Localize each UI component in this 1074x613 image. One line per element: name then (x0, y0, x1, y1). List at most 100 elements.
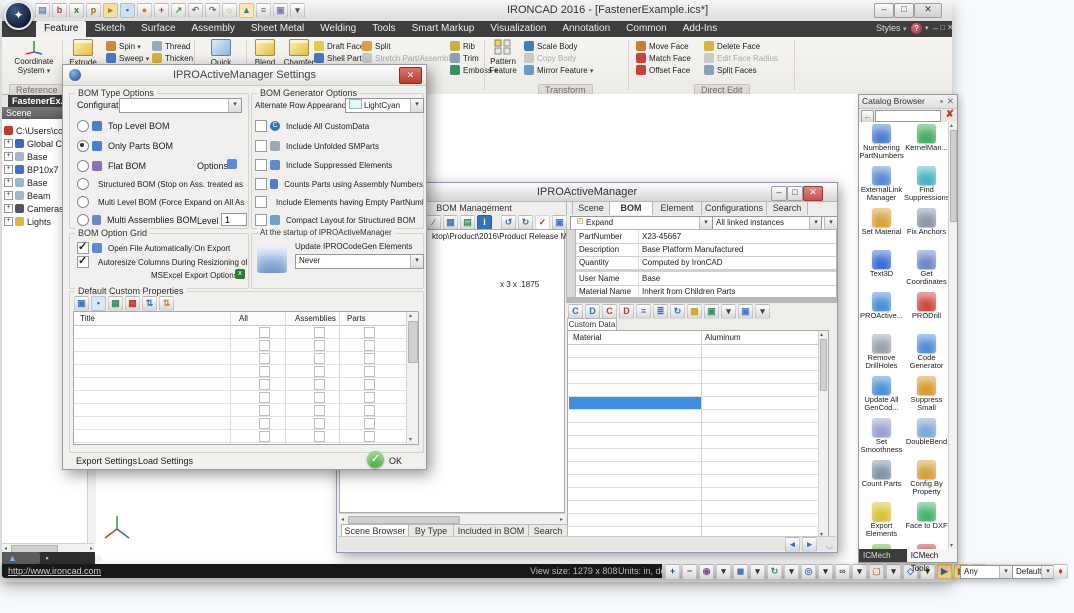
custom-prop-checkbox[interactable] (314, 353, 325, 364)
custom-prop-checkbox[interactable] (259, 366, 270, 377)
tab-icmech-tools[interactable]: ICMech Tools (907, 549, 957, 562)
camera-caret-icon[interactable]: ▾ (716, 564, 731, 579)
expand-icon[interactable]: + (4, 139, 13, 148)
property-row-description[interactable]: DescriptionBase Platform Manufactured (576, 243, 836, 257)
custom-prop-checkbox[interactable] (259, 405, 270, 416)
spin-button[interactable]: Spin ▾ (106, 41, 141, 51)
copy-rows-caret-icon[interactable]: ▾ (721, 304, 736, 319)
catalog-item-fix-anchors[interactable]: Fix Anchors (904, 206, 949, 248)
msexcel-export-link[interactable]: MSExcel Export Options (151, 271, 238, 280)
orbit-tool-icon[interactable]: ↻ (767, 564, 782, 579)
orbit-caret-icon[interactable]: ▾ (784, 564, 799, 579)
catalog-item-set-material[interactable]: Set Material (859, 206, 904, 248)
smart-render-icon[interactable]: ☼ (222, 3, 237, 18)
custom-props-scrollbar[interactable]: ▴▾ (406, 312, 418, 444)
export-settings-link[interactable]: Export Settings (76, 456, 137, 466)
check-report-icon[interactable]: ✓ (535, 215, 550, 230)
custom-prop-checkbox[interactable] (314, 340, 325, 351)
sort-desc-icon[interactable]: ⇅ (159, 296, 174, 311)
add-column-icon[interactable]: ▦ (108, 296, 123, 311)
tab-feature[interactable]: Feature (36, 21, 86, 37)
custom-prop-checkbox[interactable] (364, 327, 375, 338)
catalog-item-prodrill[interactable]: PRODrill (904, 290, 949, 332)
catalog-item-suppress-small[interactable]: Suppress Small (904, 374, 949, 416)
book-stack-icon[interactable]: ≣ (653, 304, 668, 319)
page-next-icon[interactable]: ▸ (802, 537, 817, 552)
render-config-select[interactable]: Default▾ (1012, 565, 1055, 579)
draft-faces-button[interactable]: Draft Faces (314, 41, 368, 51)
table-view-icon[interactable]: ▦ (443, 215, 458, 230)
shell-part-button[interactable]: Shell Part (314, 53, 362, 63)
shaded-render-icon[interactable]: ◼ (733, 564, 748, 579)
custom-prop-checkbox[interactable] (364, 340, 375, 351)
custom-prop-checkbox[interactable] (259, 340, 270, 351)
blend-button[interactable]: Blend (250, 39, 280, 67)
pattern-feature-button[interactable]: Pattern Feature (486, 39, 520, 75)
radio-structured-bom[interactable]: Structured BOM (Stop on Ass. treated as … (77, 178, 245, 190)
check-open-file-on-export[interactable]: Open File Automatically On Export (77, 242, 245, 254)
redo-icon[interactable]: ↷ (205, 3, 220, 18)
catalog-clear-icon[interactable]: ✘ (946, 109, 954, 120)
catalog-item-export-elements[interactable]: Export Elements (859, 500, 904, 542)
catalog-item-proactive[interactable]: PROActive... (859, 290, 904, 332)
check-compact-layout[interactable]: Compact Layout for Structured BOM (255, 214, 423, 226)
property-row-partnumber[interactable]: PartNumberX23-45667 (576, 230, 836, 244)
custom-data-rows[interactable] (568, 345, 819, 539)
stereo-glasses-icon[interactable]: ∞ (835, 564, 850, 579)
check-include-all-customdata[interactable]: CInclude All CustomData (255, 120, 423, 132)
custom-prop-checkbox[interactable] (314, 392, 325, 403)
ok-check-icon[interactable]: ✓ (367, 451, 384, 468)
radio-flat-bom[interactable]: Flat BOM (77, 160, 197, 172)
tab-welding[interactable]: Welding (312, 21, 364, 37)
render-icon[interactable]: ● (137, 3, 152, 18)
paste-rows-icon[interactable]: ▣ (738, 304, 753, 319)
paste-rows-caret-icon[interactable]: ▾ (755, 304, 770, 319)
page-prev-icon[interactable]: ◂ (785, 537, 800, 552)
tab-properties-left[interactable]: ▪ Propert... (40, 552, 89, 564)
offset-face-button[interactable]: Offset Face (636, 65, 690, 75)
tab-common[interactable]: Common (618, 21, 675, 37)
custom-prop-checkbox[interactable] (364, 392, 375, 403)
refresh-table-icon[interactable]: ↻ (670, 304, 685, 319)
property-row-user-name[interactable]: User NameBase (576, 272, 836, 286)
open-scene-p-icon[interactable]: p (86, 3, 101, 18)
stretch-part-button[interactable]: Stretch Part/Assembly (362, 53, 454, 63)
catalog-pin-icon[interactable]: ▪ (940, 95, 943, 108)
catalog-item-code-generator[interactable]: Code Generator (904, 332, 949, 374)
catalog-item-set-smoothness[interactable]: Set Smoothness (859, 416, 904, 458)
expand-caret-icon[interactable]: ▾ (699, 217, 712, 229)
catalog-item-count-parts[interactable]: Count Parts (859, 458, 904, 500)
custom-prop-checkbox[interactable] (314, 327, 325, 338)
triball-icon[interactable]: ▲ (239, 3, 254, 18)
trim-button[interactable]: Trim (450, 53, 479, 63)
custom-prop-checkbox[interactable] (259, 353, 270, 364)
expand-icon[interactable]: + (4, 191, 13, 200)
tab-smart-markup[interactable]: Smart Markup (404, 21, 483, 37)
open-scene-x-icon[interactable]: x (69, 3, 84, 18)
table-edit-icon[interactable]: ▦ (687, 304, 702, 319)
render-caret-icon[interactable]: ▾ (750, 564, 765, 579)
camera-view-icon[interactable]: ◉ (699, 564, 714, 579)
ironcad-link[interactable]: http://www.ironcad.com (8, 566, 101, 576)
app-logo-icon[interactable]: ✦ (4, 1, 33, 30)
custom-prop-checkbox[interactable] (314, 366, 325, 377)
custom-prop-checkbox[interactable] (364, 405, 375, 416)
bbox-caret-icon[interactable]: ▾ (886, 564, 901, 579)
select-shapes-icon[interactable]: ▶ (937, 564, 952, 579)
custom-prop-checkbox[interactable] (259, 392, 270, 403)
custom-prop-checkbox[interactable] (314, 418, 325, 429)
tab-search[interactable]: Search (766, 201, 808, 215)
expand-icon[interactable]: + (4, 165, 13, 174)
coordinate-system-button[interactable]: Coordinate System ▾ (8, 39, 60, 75)
expand-icon[interactable]: + (4, 178, 13, 187)
load-settings-link[interactable]: Load Settings (138, 456, 193, 466)
match-face-button[interactable]: Match Face (636, 53, 691, 63)
manager-minimize-button[interactable]: – (771, 186, 787, 201)
look-at-icon[interactable]: ◎ (801, 564, 816, 579)
paste-c-icon[interactable]: C (602, 304, 617, 319)
check-include-unfolded-smparts[interactable]: Include Unfolded SMParts (255, 140, 423, 152)
move-face-button[interactable]: Move Face (636, 41, 689, 51)
zoom-out-icon[interactable]: − (682, 564, 697, 579)
copy-config-icon[interactable]: ▣ (273, 3, 288, 18)
tab-tools[interactable]: Tools (364, 21, 403, 37)
